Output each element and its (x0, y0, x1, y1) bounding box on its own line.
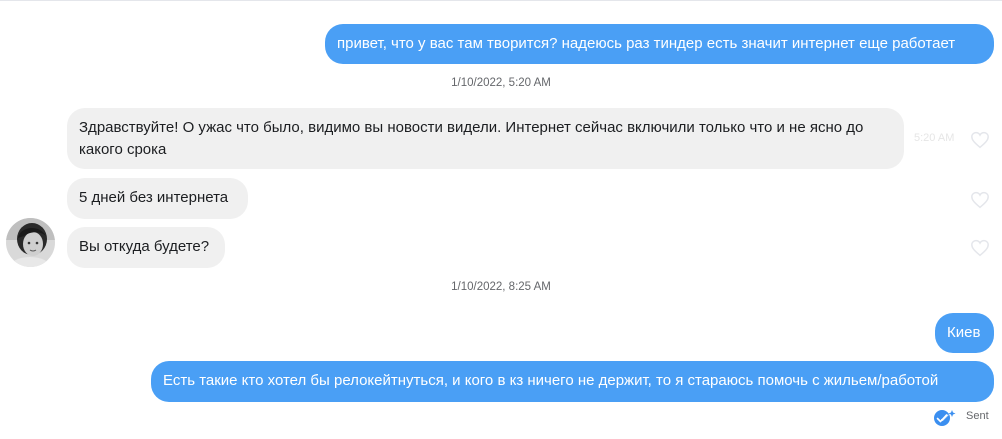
heart-react-icon[interactable] (970, 131, 990, 149)
outgoing-message[interactable]: Есть такие кто хотел бы релокейтнуться, … (151, 361, 994, 402)
message-status: Sent (932, 408, 1002, 428)
contact-avatar[interactable] (6, 218, 55, 267)
outgoing-message[interactable]: привет, что у вас там творится? надеюсь … (325, 24, 994, 64)
incoming-message[interactable]: 5 дней без интернета (67, 178, 248, 219)
double-check-icon (934, 410, 956, 426)
message-hover-time: 5:20 AM (914, 132, 955, 144)
status-label: Sent (966, 410, 989, 422)
incoming-message[interactable]: Здравствуйте! О ужас что было, видимо вы… (67, 108, 904, 169)
timestamp-divider: 1/10/2022, 8:25 AM (451, 281, 551, 293)
top-divider (0, 0, 1002, 1)
timestamp-divider: 1/10/2022, 5:20 AM (451, 77, 551, 89)
outgoing-message[interactable]: Киев (935, 313, 994, 353)
heart-react-icon[interactable] (970, 239, 990, 257)
incoming-message[interactable]: Вы откуда будете? (67, 227, 225, 268)
heart-react-icon[interactable] (970, 191, 990, 209)
